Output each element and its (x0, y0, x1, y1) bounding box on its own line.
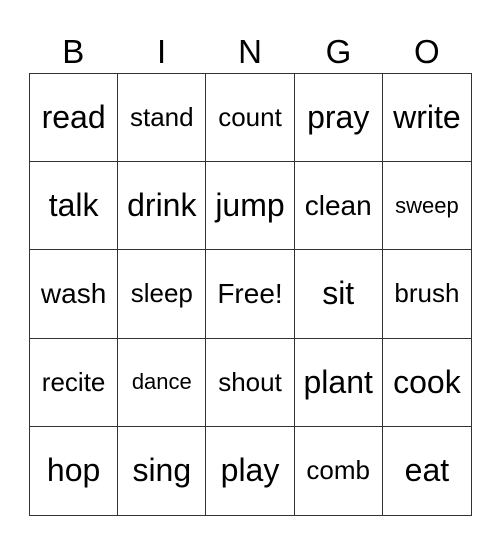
bingo-header: B I N G O (29, 30, 471, 73)
bingo-cell[interactable]: sweep (382, 162, 471, 251)
bingo-cell[interactable]: plant (294, 338, 383, 427)
bingo-cell[interactable]: jump (206, 162, 295, 251)
bingo-cell[interactable]: dance (118, 338, 207, 427)
bingo-cell[interactable]: wash (30, 250, 119, 339)
bingo-cell[interactable]: hop (30, 426, 119, 515)
bingo-cell[interactable]: drink (118, 162, 207, 251)
bingo-cell[interactable]: talk (30, 162, 119, 251)
header-letter-b: B (62, 33, 85, 70)
header-letter-o: O (413, 33, 440, 70)
bingo-cell[interactable]: sleep (118, 250, 207, 339)
bingo-grid: read stand count pray write talk drink jump clea… (29, 73, 472, 516)
bingo-cell[interactable]: cook (382, 339, 471, 427)
bingo-cell[interactable]: Free! (206, 250, 295, 339)
header-letter-i: I (157, 33, 167, 70)
bingo-cell[interactable]: count (206, 74, 295, 163)
header-letter-n: N (238, 33, 262, 70)
bingo-cell[interactable]: recite (30, 338, 119, 427)
bingo-cell[interactable]: brush (382, 250, 471, 339)
bingo-cell[interactable]: read (30, 74, 119, 163)
bingo-cell[interactable]: eat (383, 427, 471, 515)
bingo-cell[interactable]: comb (295, 426, 383, 515)
bingo-cell[interactable]: sing (118, 426, 207, 515)
bingo-cell[interactable]: clean (294, 162, 383, 251)
bingo-cell[interactable]: play (206, 426, 295, 515)
bingo-cell[interactable]: sit (294, 250, 383, 339)
bingo-cell[interactable]: stand (118, 74, 207, 163)
bingo-cell[interactable]: write (382, 74, 471, 163)
bingo-cell[interactable]: pray (294, 74, 383, 163)
header-letter-g: G (325, 33, 352, 70)
bingo-cell[interactable]: shout (206, 338, 295, 427)
